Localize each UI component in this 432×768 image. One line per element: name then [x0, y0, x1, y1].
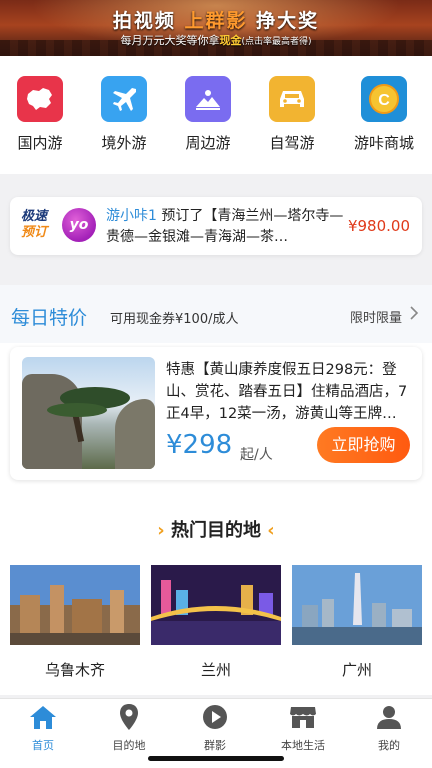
- destination-guangzhou[interactable]: 广州: [292, 565, 422, 680]
- banner-title-part: 挣大奖: [256, 10, 320, 32]
- chevron-left-icon: ‹: [267, 520, 275, 541]
- location-pin-icon: [94, 703, 164, 731]
- tab-destination[interactable]: 目的地: [94, 703, 164, 753]
- user-icon: [354, 703, 424, 731]
- daily-deals-section: 每日特价 可用现金券¥100/成人 限时限量 特惠【黄山康养度假五日298元：登…: [0, 285, 432, 695]
- hot-destinations-title: › 热门目的地 ‹: [0, 516, 432, 542]
- speed-booking-badge: 极速 预订: [21, 209, 47, 241]
- destination-name: 广州: [341, 661, 372, 679]
- tab-label: 本地生活: [281, 739, 325, 752]
- speed-badge-line: 极速: [21, 209, 48, 224]
- destination-urumqi[interactable]: 乌鲁木齐: [10, 565, 140, 680]
- section-title: 每日特价: [11, 307, 88, 329]
- destination-photo: [151, 565, 281, 645]
- category-domestic[interactable]: 国内游: [5, 76, 75, 153]
- tab-home[interactable]: 首页: [8, 703, 78, 753]
- destination-lanzhou[interactable]: 兰州: [151, 565, 281, 680]
- tab-group-video[interactable]: 群影: [180, 703, 250, 753]
- category-label: 周边游: [185, 134, 231, 152]
- rock-shape: [115, 399, 155, 469]
- tab-local-life[interactable]: 本地生活: [268, 703, 338, 753]
- chevron-right-icon[interactable]: [409, 306, 419, 324]
- china-map-icon: [17, 76, 63, 122]
- deal-description: 特惠【黄山康养度假五日298元：登山、赏花、踏春五日】住精品酒店，7正4早，12…: [166, 362, 408, 422]
- daily-deals-header: 每日特价 可用现金券¥100/成人 限时限量: [0, 285, 432, 343]
- play-icon: [180, 703, 250, 731]
- ticker-text: 游小咔1 预订了【青海兰州—塔尔寺—贵德—金银滩—青海湖—茶…: [106, 206, 346, 248]
- destination-name: 兰州: [200, 661, 231, 679]
- car-icon: [269, 76, 315, 122]
- category-label: 自驾游: [269, 134, 315, 152]
- banner-title: 拍视频 上群影 挣大奖: [0, 6, 432, 33]
- category-shop[interactable]: C 游咔商城: [349, 76, 419, 153]
- home-icon: [8, 703, 78, 731]
- deal-card[interactable]: 特惠【黄山康养度假五日298元：登山、赏花、踏春五日】住精品酒店，7正4早，12…: [10, 347, 422, 480]
- banner-sub-note: (点击率最高者得): [241, 37, 312, 47]
- destination-photo: [10, 565, 140, 645]
- destination-name: 乌鲁木齐: [44, 661, 105, 679]
- svg-text:C: C: [378, 92, 390, 109]
- chevron-right-icon: ›: [157, 520, 165, 541]
- banner-sub-text: 每月万元大奖等你拿: [120, 34, 220, 47]
- booking-ticker[interactable]: 极速 预订 yo 游小咔1 预订了【青海兰州—塔尔寺—贵德—金银滩—青海湖—茶……: [10, 197, 422, 255]
- store-icon: [268, 703, 338, 731]
- banner-subtitle: 每月万元大奖等你拿现金(点击率最高者得): [0, 32, 432, 48]
- section-subtitle: 可用现金券¥100/成人: [110, 312, 239, 327]
- tab-label: 我的: [378, 739, 400, 752]
- top-banner[interactable]: 拍视频 上群影 挣大奖 每月万元大奖等你拿现金(点击率最高者得): [0, 0, 432, 56]
- mountain-icon: [185, 76, 231, 122]
- banner-sub-highlight: 现金: [219, 34, 242, 47]
- tab-profile[interactable]: 我的: [354, 703, 424, 753]
- airplane-icon: [101, 76, 147, 122]
- coin-icon: C: [361, 76, 407, 122]
- deal-price-unit: 起/人: [240, 447, 273, 463]
- category-nearby[interactable]: 周边游: [173, 76, 243, 153]
- category-overseas[interactable]: 境外游: [89, 76, 159, 153]
- category-label: 国内游: [17, 134, 63, 152]
- category-label: 游咔商城: [353, 134, 414, 152]
- category-card: 国内游 境外游 周边游 自驾游 C 游咔商城: [0, 56, 432, 174]
- tab-label: 目的地: [112, 739, 146, 752]
- buy-now-button[interactable]: 立即抢购: [317, 427, 410, 463]
- pine-canopy: [47, 403, 107, 417]
- deal-image: [22, 357, 155, 469]
- ticker-user: 游小咔1: [106, 208, 157, 224]
- speed-badge-line: 预订: [21, 225, 48, 240]
- banner-title-part: 拍视频: [112, 10, 176, 32]
- category-selfdrive[interactable]: 自驾游: [257, 76, 327, 153]
- limited-link[interactable]: 限时限量: [350, 307, 402, 326]
- category-label: 境外游: [101, 134, 147, 152]
- ticker-price: ¥980.00: [347, 217, 410, 235]
- home-indicator: [148, 756, 284, 761]
- banner-title-highlight: 上群影: [184, 10, 248, 32]
- tab-label: 群影: [204, 739, 226, 752]
- destination-photo: [292, 565, 422, 645]
- hot-title-text: 热门目的地: [171, 520, 261, 541]
- deal-price: ¥298: [166, 430, 233, 460]
- avatar: yo: [62, 208, 96, 242]
- tab-label: 首页: [32, 739, 54, 752]
